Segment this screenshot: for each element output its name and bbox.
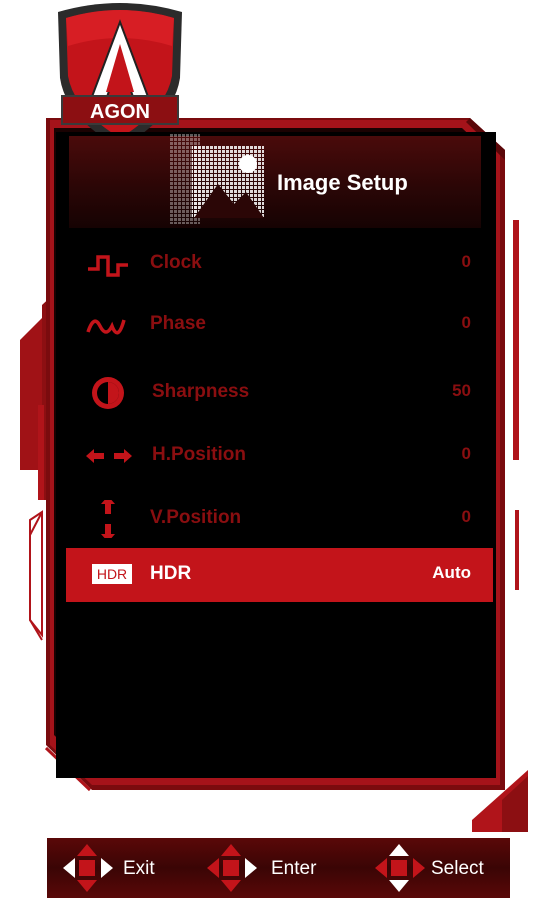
- menu-item-hdr[interactable]: HDR HDR Auto: [66, 548, 493, 602]
- menu-item-value: Auto: [432, 563, 471, 582]
- menu-item-label: V.Position: [150, 507, 242, 528]
- exit-control[interactable]: Exit: [53, 838, 173, 898]
- menu-item-value: 0: [461, 444, 471, 463]
- enter-control[interactable]: Enter: [197, 838, 337, 898]
- menu-header: [69, 136, 481, 228]
- menu-item-phase[interactable]: Phase 0: [66, 298, 493, 352]
- menu-item-clock[interactable]: Clock 0: [66, 237, 493, 291]
- menu-item-label: Clock: [150, 252, 202, 273]
- logo-text: AGON: [90, 101, 150, 123]
- sharpness-icon: [92, 377, 124, 409]
- page-title: Image Setup: [277, 170, 408, 195]
- menu-item-value: 50: [452, 381, 471, 400]
- menu-item-value: 0: [461, 252, 471, 271]
- enter-dpad-icon: [207, 844, 257, 892]
- menu-item-v-position[interactable]: V.Position 0: [66, 492, 493, 546]
- phase-wave-icon: [86, 319, 126, 335]
- select-control[interactable]: Select: [365, 838, 510, 898]
- menu-item-label: HDR: [150, 563, 192, 584]
- enter-label: Enter: [271, 858, 317, 879]
- menu-item-sharpness[interactable]: Sharpness 50: [66, 366, 493, 420]
- menu-item-label: H.Position: [152, 444, 246, 465]
- horizontal-arrows-icon: [86, 449, 132, 463]
- select-label: Select: [431, 858, 484, 879]
- exit-label: Exit: [123, 858, 155, 879]
- menu-item-label: Phase: [150, 313, 206, 334]
- control-bar: Exit Enter Select: [47, 838, 510, 898]
- clock-wave-icon: [88, 255, 128, 277]
- menu-item-value: 0: [461, 507, 471, 526]
- menu-item-h-position[interactable]: H.Position 0: [66, 429, 493, 483]
- select-dpad-icon: [375, 844, 425, 892]
- image-setup-icon: [170, 134, 264, 224]
- menu-item-value: 0: [461, 313, 471, 332]
- exit-dpad-icon: [63, 844, 113, 892]
- menu-item-label: Sharpness: [152, 381, 250, 402]
- vertical-arrows-icon: [101, 500, 115, 538]
- hdr-icon: HDR: [92, 564, 132, 584]
- agon-logo: AGON: [58, 3, 182, 148]
